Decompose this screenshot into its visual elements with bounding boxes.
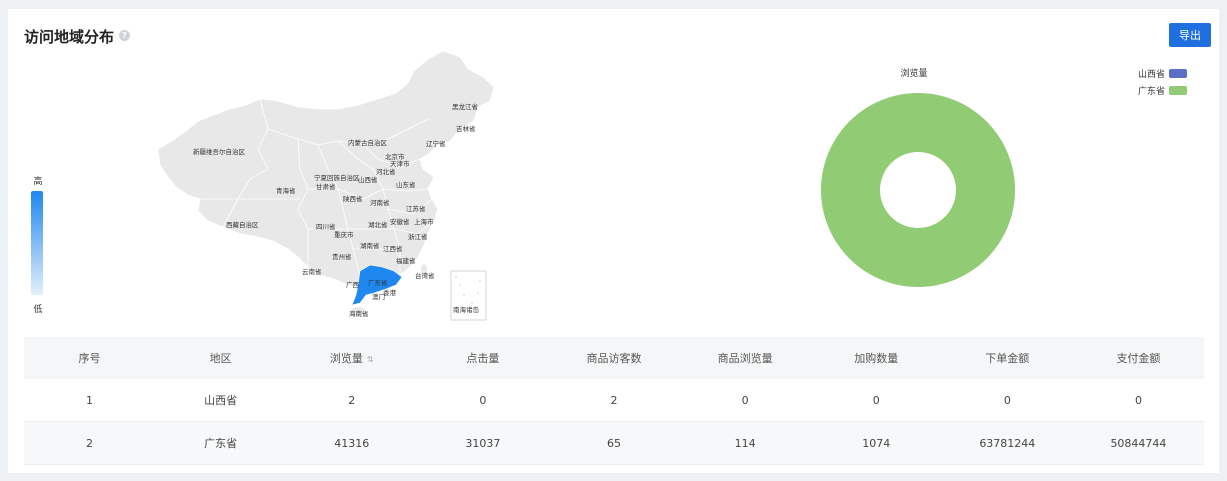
legend-label-shanxi: 山西省 [1138, 70, 1166, 80]
map-label-jiangxi: 江西省 [383, 244, 403, 253]
table-header-row: 序号 地区 浏览量 ⇅ 点击量 商品访客数 商品浏览量 加购数量 下单金额 支付金… [24, 337, 1204, 379]
map-label-gansu: 甘肃省 [316, 182, 336, 191]
table-row: 1 山西省 2 0 2 0 0 0 0 [24, 379, 1204, 422]
table-cell: 1 [24, 379, 156, 422]
legend-label-guangdong: 广东省 [1138, 87, 1166, 97]
map-label-hainan: 海南省 [349, 309, 369, 318]
map-label-hunan: 湖南省 [360, 241, 380, 250]
table-cell: 山西省 [155, 379, 287, 422]
visual-map-high-label: 高 [33, 177, 43, 187]
table-cell: 0 [941, 379, 1073, 422]
visual-map-gradient-bar[interactable] [31, 191, 43, 295]
map-label-ningxia: 宁夏回族自治区 [314, 173, 360, 182]
table-cell: 65 [548, 421, 680, 465]
map-label-guangdong: 广东省 [368, 278, 388, 287]
map-label-chongqing: 重庆市 [334, 230, 354, 239]
map-label-shandong: 山东省 [396, 180, 416, 189]
map-label-shanxi: 山西省 [358, 175, 378, 184]
table-cell: 63781244 [941, 421, 1073, 465]
region-distribution-card: 访问地域分布 ? 导出 高 低 黑龙江省 吉林省 辽宁省 内蒙古自治区 新疆维吾… [8, 9, 1219, 473]
table-cell: 114 [679, 421, 811, 465]
sort-icon[interactable]: ⇅ [367, 355, 374, 364]
column-header-pageviews-label: 浏览量 [329, 352, 363, 365]
map-label-shanghai: 上海市 [414, 217, 434, 226]
table-cell: 广东省 [155, 421, 287, 465]
card-title: 访问地域分布 [24, 28, 115, 46]
table-cell: 31037 [417, 421, 549, 465]
map-label-xizang: 西藏自治区 [226, 220, 259, 229]
column-header-region: 地区 [155, 337, 287, 379]
map-label-guangxi: 广西 [346, 280, 360, 289]
column-header-product-views: 商品浏览量 [679, 337, 811, 379]
map-label-neimenggu: 内蒙古自治区 [348, 138, 388, 147]
map-label-taiwan: 台湾省 [415, 271, 435, 280]
legend-swatch-shanxi [1169, 69, 1188, 78]
map-label-hongkong: 香港 [383, 288, 397, 297]
column-header-cart-adds: 加购数量 [810, 337, 942, 379]
column-header-pageviews[interactable]: 浏览量 ⇅ [286, 337, 418, 379]
map-label-shaanxi: 陕西省 [343, 194, 363, 203]
map-label-heilongjiang: 黑龙江省 [452, 102, 479, 111]
map-label-liaoning: 辽宁省 [426, 139, 446, 148]
legend-item-shanxi[interactable]: 山西省 [1138, 65, 1188, 82]
map-label-henan: 河南省 [370, 198, 390, 207]
column-header-index: 序号 [24, 337, 156, 379]
table-row: 2 广东省 41316 31037 65 114 1074 63781244 5… [24, 421, 1204, 465]
column-header-paid-amount: 支付金额 [1072, 337, 1204, 379]
map-label-anhui: 安徽省 [390, 217, 410, 226]
region-data-table: 序号 地区 浏览量 ⇅ 点击量 商品访客数 商品浏览量 加购数量 下单金额 支付金… [24, 337, 1204, 465]
pie-legend: 山西省 广东省 [1138, 65, 1188, 99]
visual-map-low-label: 低 [33, 305, 43, 315]
map-label-fujian: 福建省 [396, 256, 416, 265]
legend-item-guangdong[interactable]: 广东省 [1138, 82, 1188, 99]
column-header-order-amount: 下单金额 [941, 337, 1073, 379]
table-cell: 2 [548, 379, 680, 422]
map-label-south-sea: 南海诸岛 [453, 305, 479, 314]
table-cell: 50844744 [1072, 421, 1204, 465]
map-label-guizhou: 贵州省 [332, 252, 352, 261]
table-cell: 1074 [810, 421, 942, 465]
help-icon[interactable]: ? [119, 30, 130, 41]
map-label-qinghai: 青海省 [276, 186, 296, 195]
legend-swatch-guangdong [1169, 86, 1188, 95]
pie-slice-guangdong[interactable] [821, 93, 1015, 287]
export-button[interactable]: 导出 [1169, 23, 1211, 47]
map-label-jilin: 吉林省 [456, 124, 476, 133]
map-label-hubei: 湖北省 [368, 220, 388, 229]
table-cell: 2 [286, 379, 418, 422]
column-header-product-visitors: 商品访客数 [548, 337, 680, 379]
table-cell: 0 [1072, 379, 1204, 422]
map-label-tianjin: 天津市 [390, 159, 410, 168]
map-mainland[interactable] [157, 50, 495, 288]
map-label-zhejiang: 浙江省 [408, 232, 428, 241]
table-cell: 2 [24, 421, 156, 465]
visual-map-legend[interactable]: 高 低 [28, 174, 48, 315]
table-cell: 0 [679, 379, 811, 422]
map-label-macau: 澳门 [372, 292, 385, 301]
table-cell: 0 [417, 379, 549, 422]
pie-title: 浏览量 [900, 69, 928, 79]
donut-chart[interactable] [813, 86, 1023, 291]
map-label-sichuan: 四川省 [316, 222, 336, 231]
table-cell: 0 [810, 379, 942, 422]
table-cell: 41316 [286, 421, 418, 465]
map-label-xinjiang: 新疆维吾尔自治区 [193, 147, 246, 156]
map-label-jiangsu: 江苏省 [406, 204, 426, 213]
column-header-clicks: 点击量 [417, 337, 549, 379]
map-label-hebei: 河北省 [376, 167, 396, 176]
china-map[interactable]: 黑龙江省 吉林省 辽宁省 内蒙古自治区 新疆维吾尔自治区 北京市 天津市 河北省… [138, 49, 518, 324]
map-label-yunnan: 云南省 [302, 267, 322, 276]
